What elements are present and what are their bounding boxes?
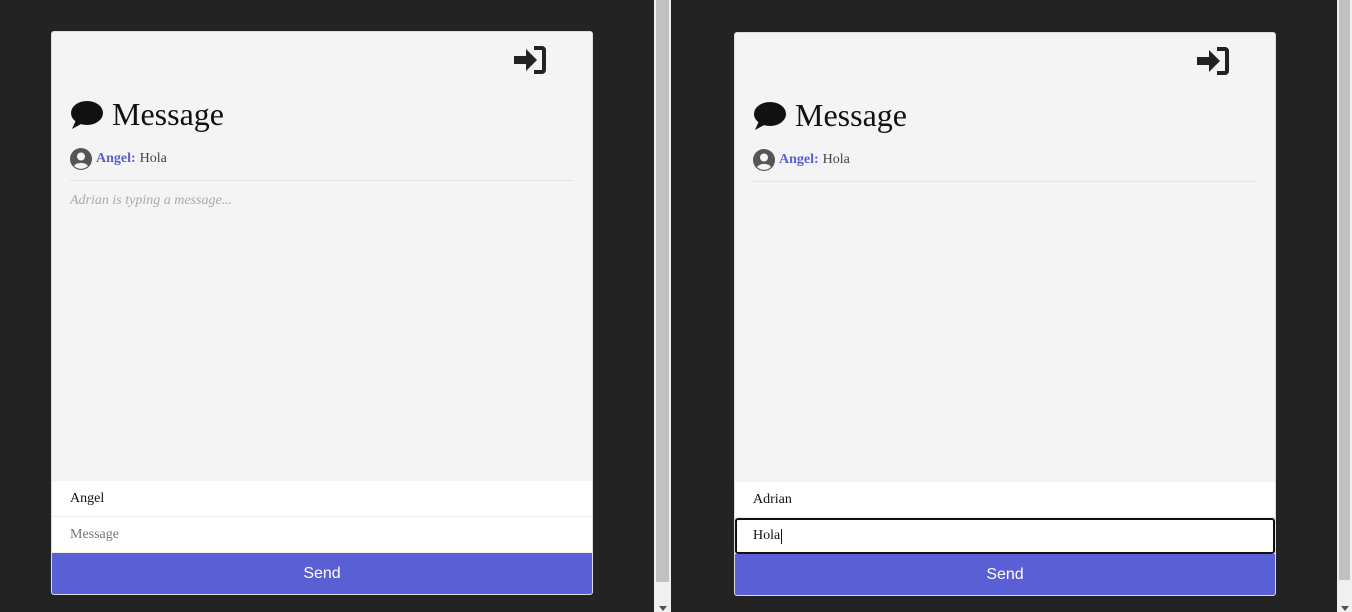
message-input-value: Hola (753, 528, 781, 543)
message-text: Hola (139, 151, 167, 166)
message-input[interactable]: Message (52, 517, 592, 553)
message-list: Angel: Hola Adrian is typing a message..… (70, 148, 574, 209)
chat-form: Angel Message Send (52, 481, 592, 594)
chat-card: Message Angel: Hola Adrian Hola Send (734, 32, 1276, 596)
comment-icon (754, 101, 786, 130)
message-input[interactable]: Hola (735, 518, 1275, 554)
left-browser-pane: Message Angel: Hola Adrian is typing a m… (0, 0, 654, 612)
message-item: Angel: Hola (753, 149, 1257, 182)
chat-card: Message Angel: Hola Adrian is typing a m… (51, 31, 593, 595)
left-scrollbar[interactable] (654, 0, 671, 612)
user-circle-icon (753, 149, 775, 171)
chat-form: Adrian Hola Send (735, 482, 1275, 595)
message-author: Angel: (779, 152, 819, 167)
text-caret (781, 528, 783, 544)
scrollbar-thumb[interactable] (1339, 0, 1350, 580)
header: Message (753, 97, 907, 134)
scroll-down-icon[interactable] (658, 606, 667, 611)
user-circle-icon (70, 148, 92, 170)
page-title: Message (795, 97, 907, 133)
send-button[interactable]: Send (735, 554, 1275, 595)
login-icon[interactable] (512, 44, 548, 76)
page-title: Message (112, 96, 224, 132)
name-input[interactable]: Adrian (735, 482, 1275, 518)
message-author: Angel: (96, 151, 136, 166)
message-text: Hola (822, 152, 850, 167)
login-icon[interactable] (1195, 45, 1231, 77)
scroll-down-icon[interactable] (1340, 606, 1349, 611)
message-item: Angel: Hola (70, 148, 574, 181)
send-button[interactable]: Send (52, 553, 592, 594)
message-list: Angel: Hola (753, 149, 1257, 182)
scrollbar-thumb[interactable] (656, 0, 669, 582)
typing-indicator: Adrian is typing a message... (70, 193, 233, 208)
comment-icon (71, 100, 103, 129)
header: Message (70, 96, 224, 133)
name-input[interactable]: Angel (52, 481, 592, 517)
right-browser-pane: Message Angel: Hola Adrian Hola Send (671, 0, 1337, 612)
right-scrollbar[interactable] (1337, 0, 1352, 612)
